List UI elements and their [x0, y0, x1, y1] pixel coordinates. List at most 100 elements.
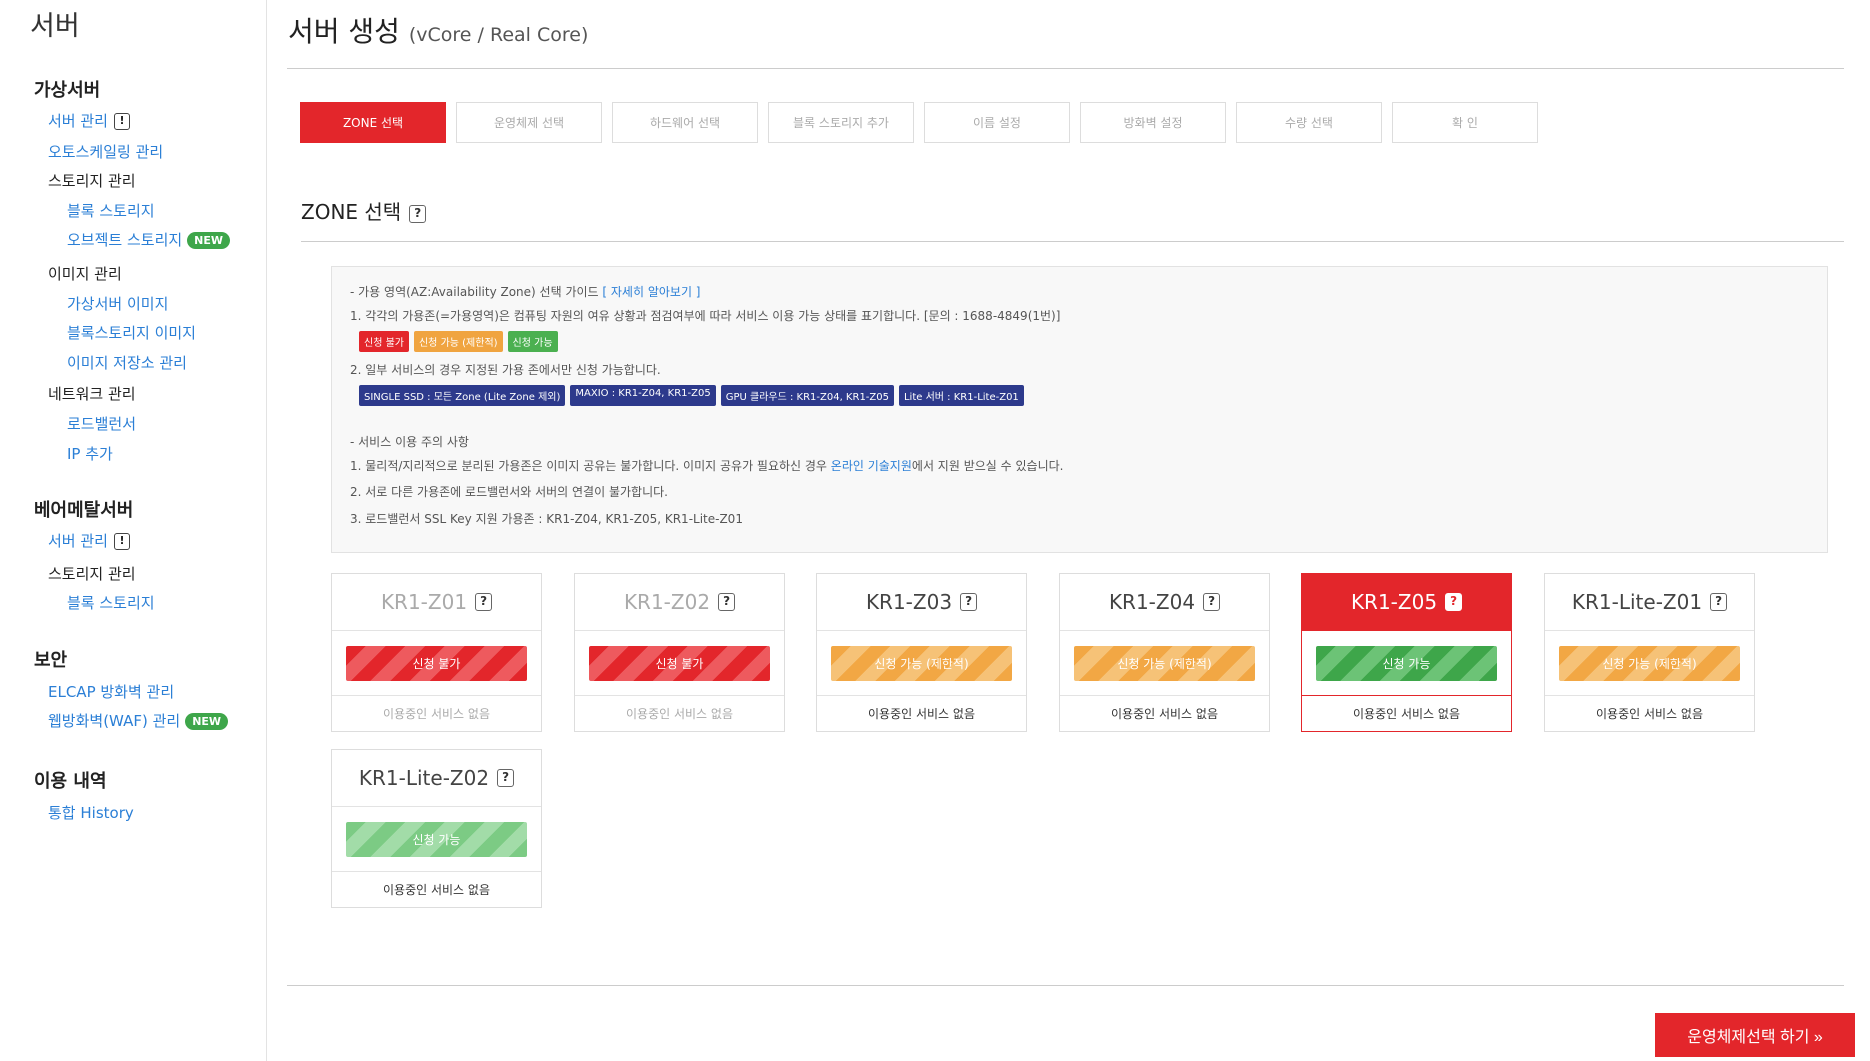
sidebar-item-block-image[interactable]: 블록스토리지 이미지: [67, 322, 196, 343]
sidebar-item-label: 서버 관리: [48, 532, 108, 550]
zone-header: KR1-Z04?: [1060, 574, 1269, 631]
section-title: ZONE 선택?: [301, 196, 427, 225]
next-os-select-button[interactable]: 운영체제선택 하기 »: [1655, 1013, 1855, 1057]
tech-support-link[interactable]: 온라인 기술지원: [831, 459, 912, 473]
sidebar-item-label: 서버 관리: [48, 112, 108, 130]
zone-status-badge: 신청 가능: [1316, 646, 1497, 681]
guide-notice-3: 3. 로드밸런서 SSL Key 지원 가용존 : KR1-Z04, KR1-Z…: [350, 512, 743, 526]
help-icon[interactable]: ?: [1203, 593, 1221, 611]
sidebar-item-block-storage[interactable]: 블록 스토리지: [67, 200, 155, 221]
sidebar-item-vm-image[interactable]: 가상서버 이미지: [67, 293, 168, 314]
zone-header: KR1-Z03?: [817, 574, 1026, 631]
guide-notice-title: - 서비스 이용 주의 사항: [350, 435, 469, 449]
guide-line-1: 1. 각각의 가용존(=가용영역)은 컴퓨팅 자원의 여유 상황과 점검여부에 …: [350, 309, 1061, 323]
sidebar-item-elcap[interactable]: ELCAP 방화벽 관리: [48, 681, 174, 702]
step-firewall[interactable]: 방화벽 설정: [1080, 102, 1226, 143]
zone-card-kr1-z04[interactable]: KR1-Z04? 신청 가능 (제한적) 이용중인 서비스 없음: [1059, 573, 1270, 732]
zone-name: KR1-Z04: [1108, 590, 1196, 614]
zone-name: KR1-Lite-Z01: [1571, 590, 1703, 614]
sidebar-item-history[interactable]: 통합 History: [48, 802, 134, 823]
step-quantity[interactable]: 수량 선택: [1236, 102, 1382, 143]
sidebar-item-autoscaling[interactable]: 오토스케일링 관리: [48, 141, 163, 162]
guide-az-title: - 가용 영역(AZ:Availability Zone) 선택 가이드 [ 자…: [350, 283, 700, 300]
sidebar-item-image-mgmt: 이미지 관리: [48, 265, 122, 283]
zone-status-badge: 신청 불가: [346, 646, 527, 681]
sidebar-item-label: 오브젝트 스토리지: [67, 231, 183, 249]
sidebar-item-server-mgmt[interactable]: 서버 관리!: [48, 110, 130, 131]
alert-icon: !: [113, 113, 130, 130]
sidebar-item-storage-mgmt: 스토리지 관리: [48, 172, 136, 190]
guide-notice-1-post: 에서 지원 받으실 수 있습니다.: [911, 459, 1064, 473]
zone-usage: 이용중인 서비스 없음: [817, 695, 1026, 731]
zone-card-kr1-lite-z02[interactable]: KR1-Lite-Z02? 신청 가능 이용중인 서비스 없음: [331, 749, 542, 908]
zone-name: KR1-Z02: [623, 590, 711, 614]
guide-az-title-text: - 가용 영역(AZ:Availability Zone) 선택 가이드: [350, 285, 599, 299]
divider: [301, 241, 1844, 242]
sidebar-item-image-repo[interactable]: 이미지 저장소 관리: [67, 352, 187, 373]
zone-status-badge: 신청 가능 (제한적): [831, 646, 1012, 681]
zone-card-kr1-z01[interactable]: KR1-Z01? 신청 불가 이용중인 서비스 없음: [331, 573, 542, 732]
page-title-text: 서버 생성: [288, 15, 400, 48]
sidebar: 서버 가상서버 서버 관리! 오토스케일링 관리 스토리지 관리 블록 스토리지…: [0, 0, 267, 1061]
sidebar-section-security: 보안: [34, 650, 68, 671]
zone-header: KR1-Z05?: [1302, 574, 1511, 631]
zone-card-kr1-z02[interactable]: KR1-Z02? 신청 불가 이용중인 서비스 없음: [574, 573, 785, 732]
sidebar-item-object-storage[interactable]: 오브젝트 스토리지 NEW: [67, 229, 231, 250]
service-chip-gpu: GPU 클라우드 : KR1-Z04, KR1-Z05: [720, 385, 894, 406]
zone-usage: 이용중인 서비스 없음: [1545, 695, 1754, 731]
step-tabs: ZONE 선택 운영체제 선택 하드웨어 선택 블록 스토리지 추가 이름 설정…: [300, 102, 1538, 143]
sidebar-item-bm-storage-mgmt: 스토리지 관리: [48, 565, 136, 583]
step-confirm[interactable]: 확 인: [1392, 102, 1538, 143]
divider: [287, 68, 1844, 69]
zone-status-badge: 신청 가능: [346, 822, 527, 857]
sidebar-item-ip-add[interactable]: IP 추가: [67, 443, 113, 464]
zone-card-kr1-z03[interactable]: KR1-Z03? 신청 가능 (제한적) 이용중인 서비스 없음: [816, 573, 1027, 732]
help-icon[interactable]: ?: [718, 593, 736, 611]
step-block-storage[interactable]: 블록 스토리지 추가: [768, 102, 914, 143]
guide-notice-1-pre: 1. 물리적/지리적으로 분리된 가용존은 이미지 공유는 불가합니다. 이미지…: [350, 459, 831, 473]
zone-card-kr1-lite-z01[interactable]: KR1-Lite-Z01? 신청 가능 (제한적) 이용중인 서비스 없음: [1544, 573, 1755, 732]
zone-usage: 이용중인 서비스 없음: [332, 871, 541, 907]
section-title-text: ZONE 선택: [301, 200, 402, 224]
new-badge: NEW: [185, 713, 229, 730]
sidebar-section-usage: 이용 내역: [34, 771, 107, 792]
sidebar-item-bm-server-mgmt[interactable]: 서버 관리!: [48, 530, 130, 551]
zone-header: KR1-Z02?: [575, 574, 784, 631]
sidebar-item-network-mgmt: 네트워크 관리: [48, 385, 136, 403]
divider: [287, 985, 1844, 986]
guide-notice-1: 1. 물리적/지리적으로 분리된 가용존은 이미지 공유는 불가합니다. 이미지…: [350, 457, 1063, 474]
legend-limited: 신청 가능 (제한적): [413, 331, 503, 352]
step-os[interactable]: 운영체제 선택: [456, 102, 602, 143]
zone-card-kr1-z05[interactable]: KR1-Z05? 신청 가능 이용중인 서비스 없음: [1301, 573, 1512, 732]
zone-usage: 이용중인 서비스 없음: [332, 695, 541, 731]
zone-usage: 이용중인 서비스 없음: [1060, 695, 1269, 731]
zone-name: KR1-Lite-Z02: [358, 766, 490, 790]
sidebar-section-baremetal: 베어메탈서버: [34, 500, 134, 521]
alert-icon: !: [113, 533, 130, 550]
sidebar-item-waf[interactable]: 웹방화벽(WAF) 관리 NEW: [48, 710, 229, 731]
legend-unavailable: 신청 불가: [359, 331, 409, 352]
zone-header: KR1-Lite-Z02?: [332, 750, 541, 807]
zone-status-badge: 신청 가능 (제한적): [1074, 646, 1255, 681]
guide-line-2: 2. 일부 서비스의 경우 지정된 가용 존에서만 신청 가능합니다.: [350, 363, 661, 377]
help-icon[interactable]: ?: [409, 204, 427, 223]
step-hardware[interactable]: 하드웨어 선택: [612, 102, 758, 143]
zone-name: KR1-Z03: [865, 590, 953, 614]
sidebar-item-label: 웹방화벽(WAF) 관리: [48, 712, 181, 730]
step-name[interactable]: 이름 설정: [924, 102, 1070, 143]
learn-more-link[interactable]: [ 자세히 알아보기 ]: [602, 285, 700, 299]
zone-header: KR1-Z01?: [332, 574, 541, 631]
step-zone[interactable]: ZONE 선택: [300, 102, 446, 143]
sidebar-section-virtual: 가상서버: [34, 80, 101, 101]
zone-usage: 이용중인 서비스 없음: [575, 695, 784, 731]
help-icon[interactable]: ?: [497, 769, 515, 787]
help-icon[interactable]: ?: [1710, 593, 1728, 611]
help-icon[interactable]: ?: [1445, 593, 1463, 611]
service-zone-chips: SINGLE SSD : 모든 Zone (Lite Zone 제외) MAXI…: [359, 385, 1024, 406]
help-icon[interactable]: ?: [475, 593, 493, 611]
zone-header: KR1-Lite-Z01?: [1545, 574, 1754, 631]
sidebar-item-load-balancer[interactable]: 로드밸런서: [67, 413, 136, 434]
sidebar-item-bm-block-storage[interactable]: 블록 스토리지: [67, 592, 155, 613]
guide-notice-2: 2. 서로 다른 가용존에 로드밸런서와 서버의 연결이 불가합니다.: [350, 485, 668, 499]
help-icon[interactable]: ?: [960, 593, 978, 611]
